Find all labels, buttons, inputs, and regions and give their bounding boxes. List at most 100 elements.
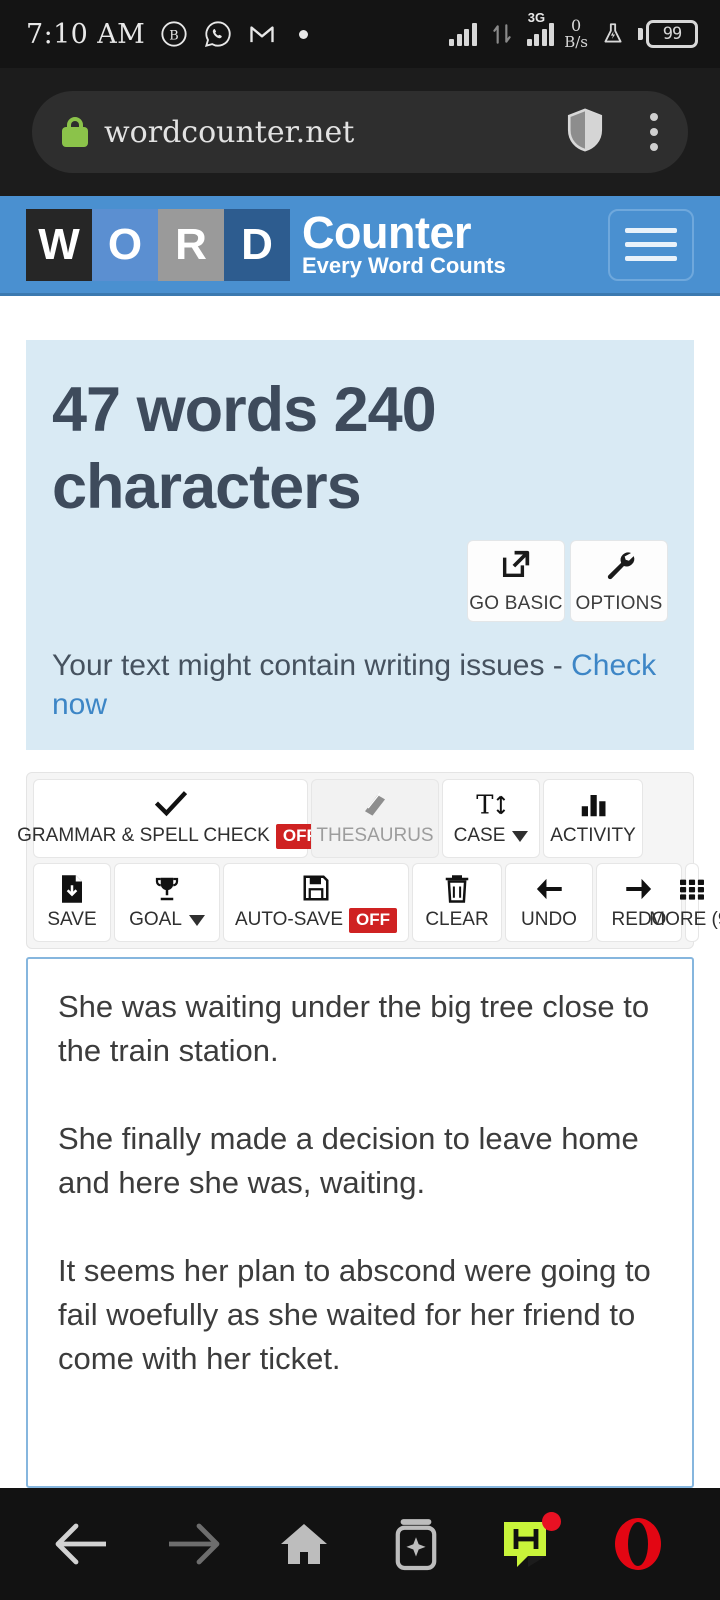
grammar-spell-check-button[interactable]: GRAMMAR & SPELL CHECK OFF	[17, 778, 324, 858]
whatsapp-icon	[203, 19, 233, 49]
auto-save-status-badge: OFF	[349, 907, 398, 933]
tabs-icon[interactable]	[374, 1502, 458, 1586]
editor-paragraph: It seems her plan to abscond were going …	[58, 1252, 651, 1376]
clear-button[interactable]: CLEAR	[412, 862, 502, 942]
wrench-icon	[602, 547, 636, 586]
status-bar-left: 7:10 AM B	[26, 18, 309, 50]
wordcounter-logo[interactable]: W O R D Counter Every Word Counts	[26, 208, 506, 281]
options-label: OPTIONS	[575, 592, 663, 614]
undo-label: UNDO	[521, 909, 577, 931]
logo-tile-r: R	[158, 208, 224, 281]
writing-issues-text: Your text might contain writing issues -	[52, 648, 572, 682]
svg-text:B: B	[169, 28, 178, 43]
lock-icon	[62, 117, 88, 147]
hype-chat-icon[interactable]	[485, 1502, 569, 1586]
arrow-left-icon	[533, 874, 565, 904]
phone-screen: 7:10 AM B 3G 0 B/s 99 wordcounter.net W …	[0, 0, 720, 1600]
more-label: MORE (9)	[649, 909, 720, 931]
toolbar-row-2: SAVE GOAL AUTO-SAVE OFF CLEAR UNDO REDO …	[33, 862, 720, 942]
editor-paragraph: She was waiting under the big tree close…	[58, 988, 650, 1068]
dot-icon	[299, 29, 309, 39]
auto-save-button[interactable]: AUTO-SAVE OFF	[223, 862, 409, 942]
logo-tiles: W O R D	[26, 208, 290, 281]
word-count-panel: 47 words 240 characters GO BASIC OPTIONS…	[26, 340, 694, 750]
activity-label: ACTIVITY	[550, 825, 636, 847]
logo-tile-d: D	[224, 208, 290, 281]
brand-text: Counter Every Word Counts	[302, 210, 506, 279]
status-bar-right: 3G 0 B/s 99	[449, 10, 698, 51]
flask-icon	[598, 19, 628, 49]
status-bar: 7:10 AM B 3G 0 B/s 99	[0, 0, 720, 68]
page-main: 47 words 240 characters GO BASIC OPTIONS…	[0, 296, 720, 1488]
book-icon	[360, 790, 390, 820]
auto-save-label-text: AUTO-SAVE	[234, 909, 344, 931]
goal-label: GOAL	[129, 909, 205, 931]
battery-cap	[638, 27, 643, 40]
gmail-icon	[247, 19, 277, 49]
signal-bars-icon-2	[526, 22, 555, 46]
site-header: W O R D Counter Every Word Counts	[0, 196, 720, 296]
chevron-down-icon	[512, 830, 529, 842]
go-basic-button[interactable]: GO BASIC	[467, 539, 565, 622]
case-label-text: CASE	[453, 825, 506, 847]
text-editor-area[interactable]: She was waiting under the big tree close…	[26, 956, 694, 1488]
save-label: SAVE	[47, 909, 97, 931]
editor-toolbar: GRAMMAR & SPELL CHECK OFF THESAURUS T CA…	[17, 771, 720, 949]
trash-icon	[443, 874, 471, 904]
status-clock: 7:10 AM	[26, 18, 146, 50]
toolbar-row-1: GRAMMAR & SPELL CHECK OFF THESAURUS T CA…	[17, 778, 687, 858]
goal-label-text: GOAL	[129, 909, 182, 931]
undo-button[interactable]: UNDO	[505, 862, 593, 942]
data-speed: 0 B/s	[564, 17, 588, 51]
file-download-icon	[58, 874, 86, 904]
home-icon[interactable]	[262, 1502, 346, 1586]
grid-dots-icon	[676, 874, 708, 904]
brand-tagline: Every Word Counts	[302, 253, 506, 279]
more-button[interactable]: MORE (9)	[649, 862, 720, 942]
network-type-label: 3G	[527, 9, 546, 25]
trophy-icon	[152, 874, 182, 904]
count-panel-actions: GO BASIC OPTIONS	[52, 539, 668, 622]
checkmark-icon	[154, 789, 187, 819]
battery-percent: 99	[646, 19, 698, 48]
thesaurus-button[interactable]: THESAURUS	[311, 778, 439, 858]
opera-logo-icon[interactable]	[596, 1502, 680, 1586]
hamburger-menu-icon[interactable]	[608, 208, 694, 281]
go-basic-label: GO BASIC	[469, 592, 563, 614]
data-speed-unit: B/s	[564, 32, 588, 51]
auto-save-label: AUTO-SAVE OFF	[234, 907, 398, 933]
case-button[interactable]: T CASE	[442, 778, 540, 858]
thesaurus-label: THESAURUS	[316, 825, 434, 847]
writing-issues-notice: Your text might contain writing issues -…	[52, 646, 668, 724]
signal-bars-icon-1	[449, 22, 477, 46]
grammar-label-text: GRAMMAR & SPELL CHECK	[17, 825, 270, 847]
notification-badge	[541, 1512, 561, 1531]
forward-icon[interactable]	[151, 1502, 235, 1586]
brave-icon: B	[159, 19, 189, 49]
case-label: CASE	[454, 825, 529, 847]
external-link-icon	[499, 547, 533, 586]
chevron-down-icon	[188, 914, 205, 926]
data-transfer-icon	[487, 19, 517, 49]
clear-label: CLEAR	[425, 909, 489, 931]
options-button[interactable]: OPTIONS	[570, 539, 668, 622]
back-icon[interactable]	[40, 1502, 124, 1586]
battery-indicator: 99	[638, 19, 698, 48]
url-text[interactable]: wordcounter.net	[104, 115, 548, 150]
browser-toolbar: wordcounter.net	[0, 68, 720, 196]
bar-chart-icon	[578, 790, 608, 820]
editor-paragraph: She finally made a decision to leave hom…	[58, 1120, 639, 1200]
browser-menu-icon[interactable]	[650, 113, 658, 151]
arrow-right-icon	[623, 874, 655, 904]
logo-tile-w: W	[26, 208, 92, 281]
network-indicator: 3G	[526, 10, 555, 46]
activity-button[interactable]: ACTIVITY	[543, 778, 643, 858]
goal-button[interactable]: GOAL	[114, 862, 220, 942]
floppy-disk-icon	[301, 873, 331, 903]
browser-bottom-nav	[0, 1488, 720, 1600]
logo-tile-o: O	[92, 208, 158, 281]
address-bar[interactable]: wordcounter.net	[32, 91, 688, 173]
save-button[interactable]: SAVE	[33, 862, 111, 942]
shield-icon[interactable]	[564, 106, 606, 159]
grammar-spell-check-label: GRAMMAR & SPELL CHECK OFF	[17, 823, 324, 849]
